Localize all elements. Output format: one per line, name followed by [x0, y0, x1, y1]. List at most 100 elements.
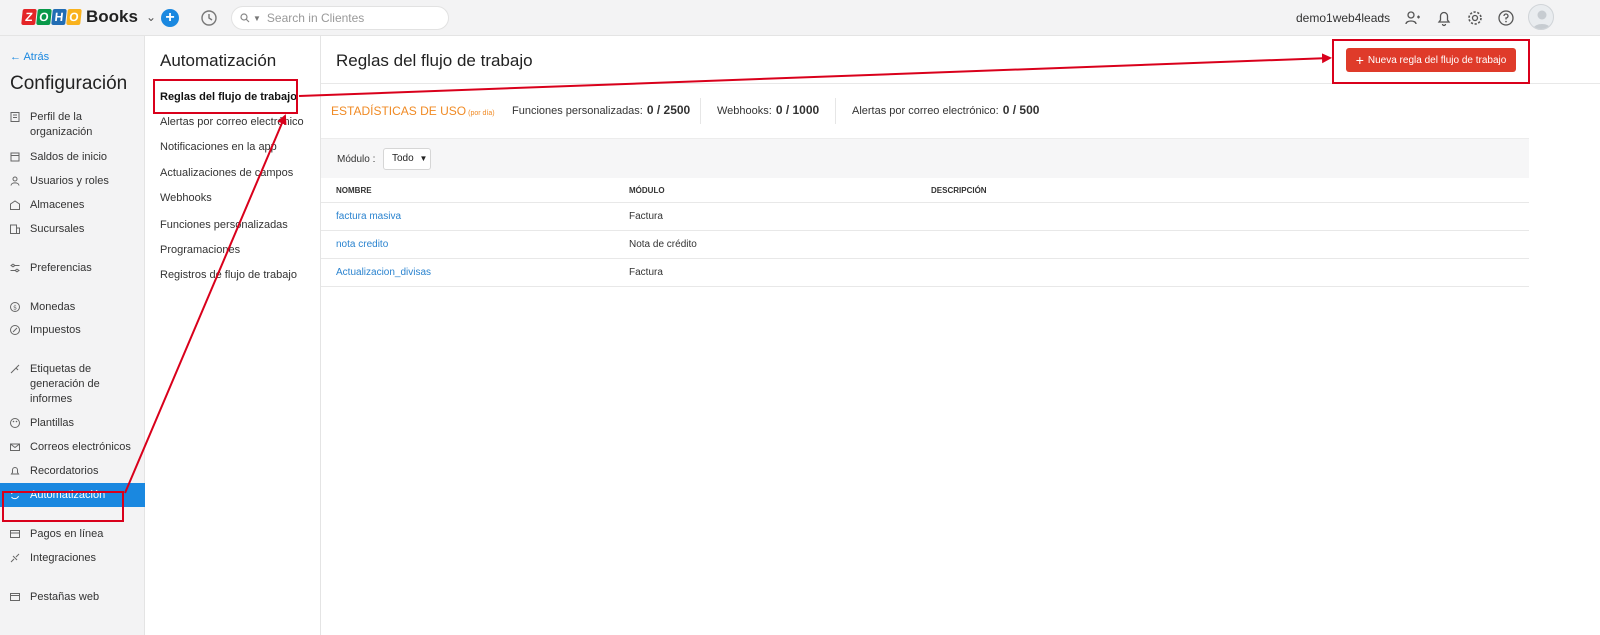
sidebar-item-label: Preferencias: [30, 262, 92, 274]
column-header-description[interactable]: DESCRIPCIÓN: [931, 178, 987, 203]
column-header-name[interactable]: NOMBRE: [336, 178, 372, 203]
sidebar-item-opening-balances[interactable]: Saldos de inicio: [0, 150, 145, 165]
palette-icon: [10, 418, 20, 428]
logo-letter-z: Z: [21, 9, 37, 25]
submenu-item-custom-functions[interactable]: Funciones personalizadas: [160, 219, 288, 231]
logo-letter-o: O: [36, 9, 52, 25]
module-filter-value: Todo: [392, 153, 414, 164]
chevron-down-icon[interactable]: ⌄: [1378, 10, 1386, 21]
quick-create-icon[interactable]: +: [161, 9, 179, 27]
submenu-item-workflow-rules[interactable]: Reglas del flujo de trabajo: [160, 91, 297, 103]
sidebar-item-label: Pestañas web: [30, 591, 100, 603]
gear-icon[interactable]: [1465, 8, 1485, 28]
module-filter-select[interactable]: Todo ▼: [383, 148, 431, 170]
search-input[interactable]: ▼ Search in Clientes: [231, 6, 449, 30]
sidebar-item-label: Perfil de la organización: [30, 111, 93, 138]
sidebar-item-preferences[interactable]: Preferencias: [0, 261, 145, 276]
sidebar-item-label: Etiquetas de generación de informes: [30, 363, 100, 405]
submenu-title: Automatización: [160, 51, 277, 70]
stat-value: 0 / 1000: [775, 103, 820, 117]
submenu-item-email-alerts[interactable]: Alertas por correo electrónico: [160, 116, 304, 128]
usage-stats-label: ESTADÍSTICAS DE USO (por día): [331, 104, 495, 118]
stats-sublabel: (por día): [468, 110, 495, 117]
mail-icon: [10, 443, 20, 451]
stats-title: ESTADÍSTICAS DE USO: [331, 104, 467, 118]
sidebar-item-emails[interactable]: Correos electrónicos: [0, 440, 145, 455]
divider: [835, 98, 836, 124]
rule-module: Nota de crédito: [629, 239, 697, 250]
sidebar-item-branches[interactable]: Sucursales: [0, 222, 145, 237]
tag-icon: [10, 364, 20, 374]
workflow-rules-table: NOMBRE MÓDULO DESCRIPCIÓN factura masiva…: [321, 178, 1529, 287]
module-filter-bar: Módulo : Todo ▼: [321, 138, 1529, 178]
table-header: NOMBRE MÓDULO DESCRIPCIÓN: [321, 178, 1529, 203]
divider: [700, 98, 701, 124]
rule-name-link[interactable]: nota credito: [336, 231, 388, 259]
sidebar-item-label: Sucursales: [30, 223, 85, 235]
zoho-books-logo[interactable]: Z O H O Books ⌄: [21, 7, 156, 27]
sidebar-item-organization-profile[interactable]: Perfil de la organización: [0, 110, 145, 140]
chevron-down-icon[interactable]: ⌄: [146, 10, 156, 24]
submenu-item-in-app-notifications[interactable]: Notificaciones en la app: [160, 141, 277, 153]
caret-down-icon: ▼: [419, 154, 428, 163]
sidebar-item-integrations[interactable]: Integraciones: [0, 551, 145, 566]
sidebar-item-reporting-tags[interactable]: Etiquetas de generación de informes: [0, 362, 145, 407]
module-filter-label: Módulo :: [337, 154, 376, 165]
main-content: Reglas del flujo de trabajo + Nueva regl…: [321, 36, 1600, 635]
search-scope-caret-icon[interactable]: ▼: [253, 14, 261, 23]
automation-icon: [11, 490, 19, 500]
table-row[interactable]: factura masiva Factura: [321, 203, 1529, 231]
table-row[interactable]: nota credito Nota de crédito: [321, 231, 1529, 259]
rule-name-link[interactable]: Actualizacion_divisas: [336, 259, 431, 287]
page-title: Configuración: [10, 73, 128, 94]
submenu-item-schedules[interactable]: Programaciones: [160, 244, 240, 256]
sidebar-item-automation[interactable]: Automatización: [0, 483, 145, 507]
submenu-item-workflow-logs[interactable]: Registros de flujo de trabajo: [160, 269, 297, 281]
submenu-item-webhooks[interactable]: Webhooks: [160, 192, 212, 204]
branches-icon: [10, 224, 20, 234]
plus-icon: +: [1355, 52, 1364, 68]
sidebar-item-label: Correos electrónicos: [30, 441, 131, 453]
avatar[interactable]: [1528, 4, 1554, 30]
sidebar-item-taxes[interactable]: Impuestos: [0, 323, 145, 338]
warehouse-icon: [10, 200, 20, 210]
user-avatar-icon: [1533, 10, 1551, 29]
new-button-label: Nueva regla del flujo de trabajo: [1367, 54, 1507, 66]
rule-name-link[interactable]: factura masiva: [336, 203, 401, 231]
app-name: Books: [86, 7, 138, 26]
percent-icon: [10, 325, 20, 335]
org-switcher[interactable]: demo1web4leads: [1296, 11, 1390, 25]
sidebar-item-web-tabs[interactable]: Pestañas web: [0, 590, 145, 605]
sidebar-item-users-roles[interactable]: Usuarios y roles: [0, 174, 145, 189]
svg-text:$: $: [13, 304, 17, 311]
currency-icon: $: [10, 302, 20, 312]
sidebar-item-online-payments[interactable]: Pagos en línea: [0, 527, 145, 542]
history-icon[interactable]: [199, 8, 219, 28]
new-workflow-rule-button[interactable]: + Nueva regla del flujo de trabajo: [1346, 48, 1516, 72]
search-icon: [240, 13, 250, 23]
back-link[interactable]: ← Atrás: [10, 51, 49, 63]
table-row[interactable]: Actualizacion_divisas Factura: [321, 259, 1529, 287]
rule-module: Factura: [629, 211, 663, 222]
sidebar-item-warehouses[interactable]: Almacenes: [0, 198, 145, 213]
stat-label: Webhooks:: [717, 105, 772, 117]
sidebar-item-label: Almacenes: [30, 199, 85, 211]
stat-webhooks: Webhooks: 0 / 1000: [717, 103, 819, 117]
submenu-item-field-updates[interactable]: Actualizaciones de campos: [160, 167, 293, 179]
sidebar-item-reminders[interactable]: Recordatorios: [0, 464, 145, 479]
users-icon: [10, 176, 20, 186]
sidebar-item-currencies[interactable]: $ Monedas: [0, 300, 145, 315]
stat-value: 0 / 2500: [646, 103, 691, 117]
stat-email-alerts: Alertas por correo electrónico: 0 / 500: [852, 103, 1039, 117]
sidebar-item-label: Usuarios y roles: [30, 175, 109, 187]
help-icon[interactable]: [1496, 8, 1516, 28]
column-header-module[interactable]: MÓDULO: [629, 178, 665, 203]
sidebar-item-templates[interactable]: Plantillas: [0, 416, 145, 431]
sidebar-item-label: Integraciones: [30, 552, 97, 564]
building-icon: [10, 112, 20, 122]
arrow-left-icon: ←: [10, 51, 24, 63]
bell-icon[interactable]: [1434, 8, 1454, 28]
automation-submenu: Automatización Reglas del flujo de traba…: [145, 36, 321, 635]
users-icon[interactable]: [1403, 8, 1423, 28]
sidebar-item-label: Monedas: [30, 301, 76, 313]
